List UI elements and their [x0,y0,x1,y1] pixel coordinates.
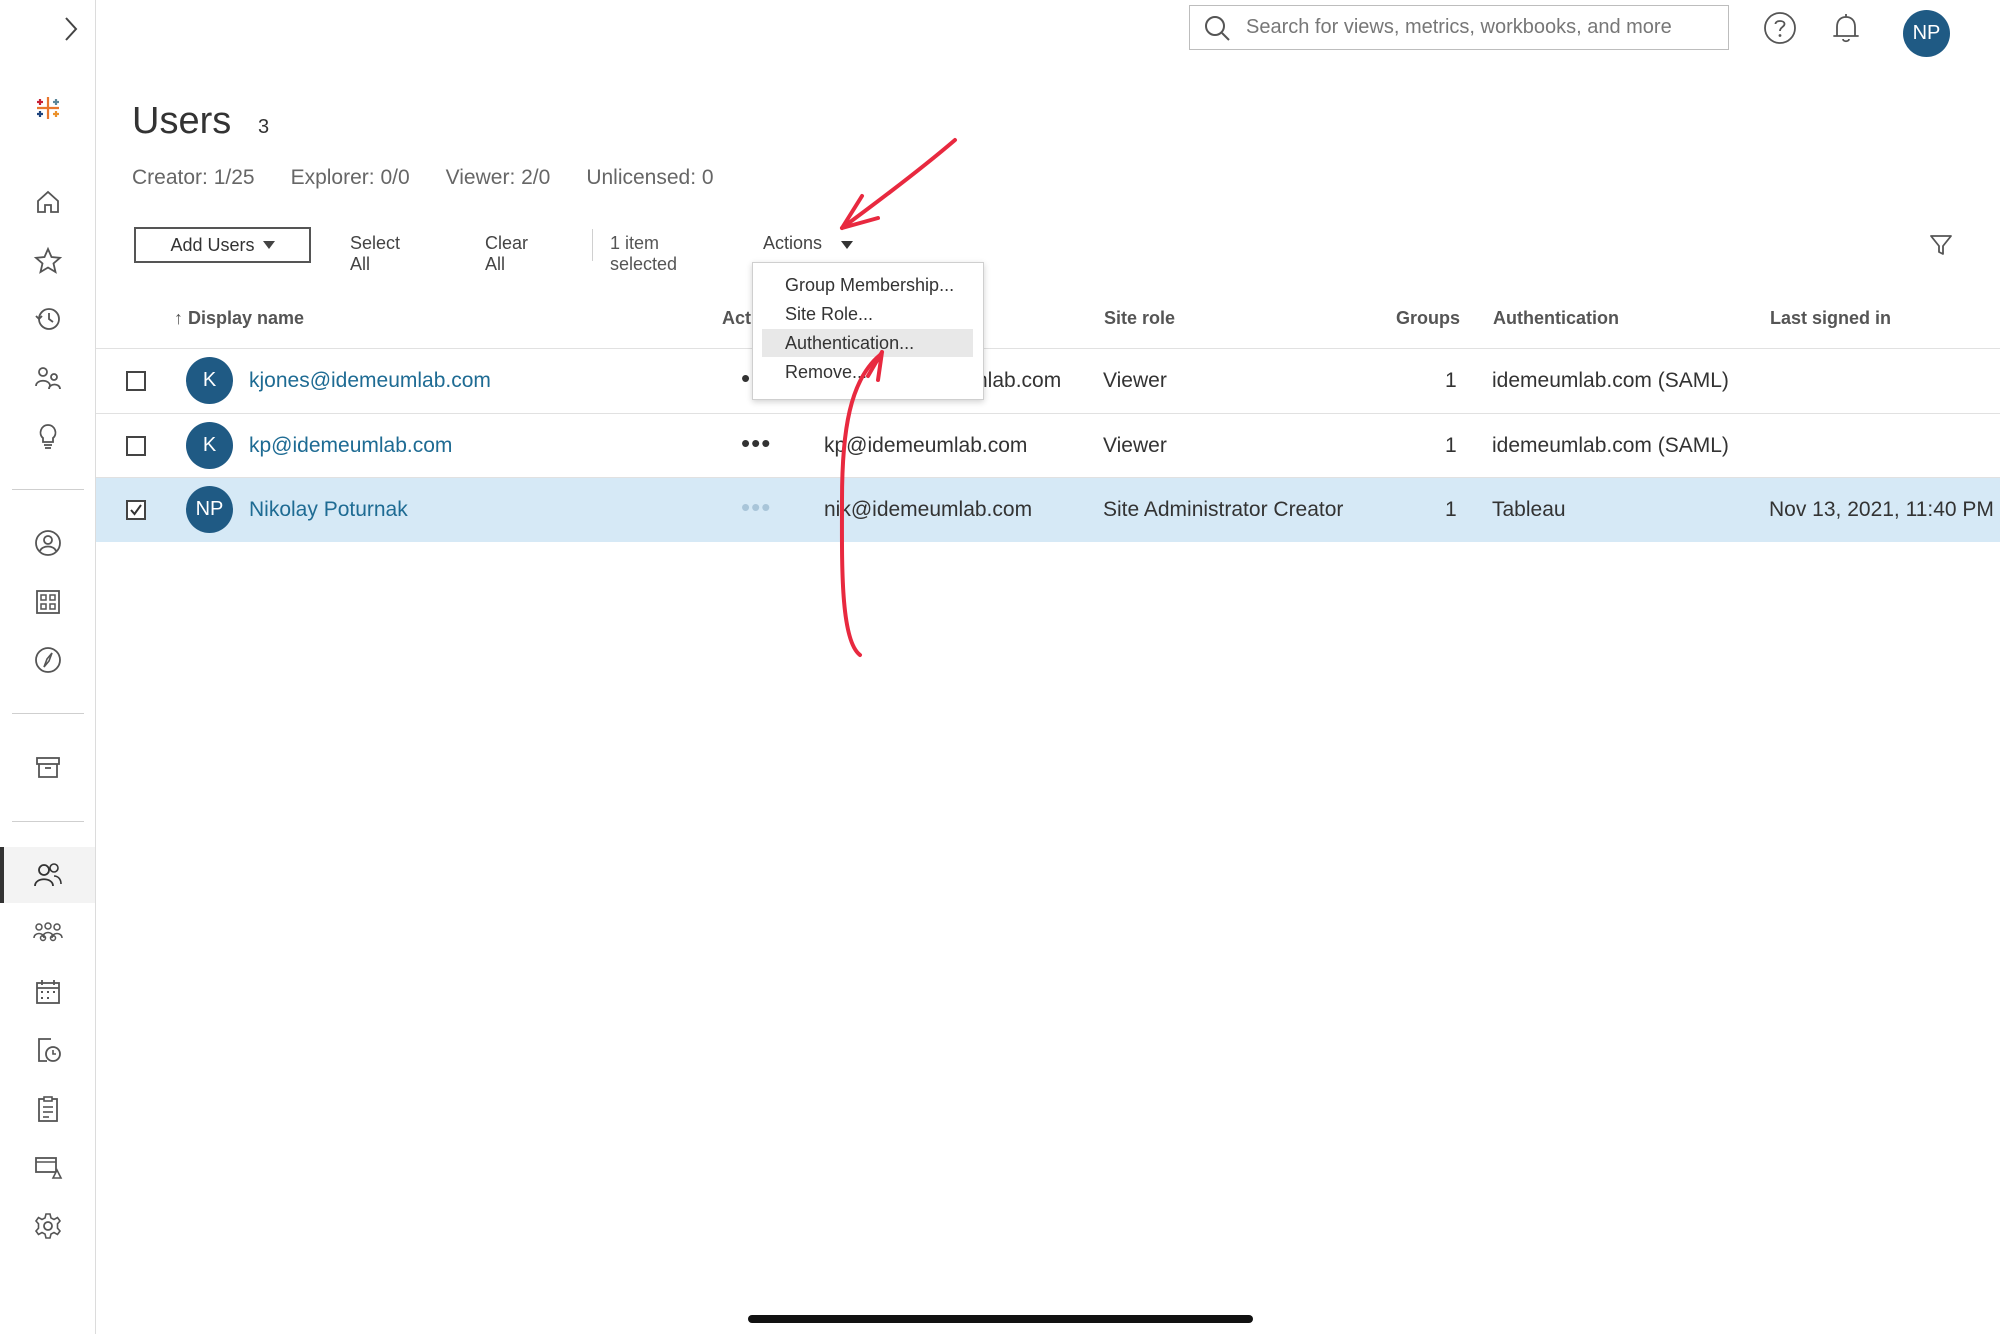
shared-icon[interactable] [0,350,95,406]
jobs-icon[interactable] [0,1022,95,1078]
toolbar: Add Users Select All Clear All 1 item se… [134,227,853,274]
row-checkbox[interactable] [126,371,146,391]
menu-item-remove[interactable]: Remove... [762,358,973,386]
sidebar [0,0,96,1334]
help-icon[interactable] [1762,10,1798,46]
annotation-arrowhead [840,194,880,230]
column-actions: Acti [722,308,757,328]
username: nik@idemeumlab.com [824,498,1033,521]
column-authentication[interactable]: Authentication [1493,308,1619,329]
menu-item-site-role[interactable]: Site Role... [762,300,973,328]
search-box[interactable] [1189,5,1729,50]
user-circle-icon[interactable] [0,515,95,571]
column-display-name[interactable]: ↑ Display name [174,308,304,329]
authentication: Tableau [1492,498,1566,521]
group-count: 1 [1445,434,1457,457]
home-icon[interactable] [0,174,95,230]
caret-down-icon [262,241,275,249]
annotation-overlay [839,138,957,657]
collections-icon[interactable] [0,574,95,630]
users-icon[interactable] [0,847,95,903]
search-icon [1205,15,1230,41]
user-count: 3 [258,116,270,138]
username: kp@idemeumlab.com [824,434,1028,457]
row-checkbox[interactable] [126,436,146,456]
column-site-role[interactable]: Site role [1104,308,1175,329]
user-avatar[interactable]: NP [1903,10,1950,57]
column-label: Display name [188,308,305,328]
chevron-right-icon[interactable] [58,14,84,44]
last-signed-in: Nov 13, 2021, 11:40 PM [1769,498,1994,521]
stat-viewer: Viewer: 2/0 [445,166,551,189]
user-display-name-link[interactable]: kp@idemeumlab.com [249,434,452,458]
select-all-button[interactable]: Select All [350,233,400,275]
annotation-arrow-actions [840,138,957,230]
actions-menu: Group Membership... Site Role... Authent… [752,262,984,400]
checkbox-icon [130,504,142,516]
user-display-name-link[interactable]: kjones@idemeumlab.com [249,369,491,393]
add-users-label: Add Users [170,234,255,255]
sidebar-divider [12,713,84,714]
clear-all-button[interactable]: Clear All [485,233,528,275]
caret-down-icon[interactable] [841,241,853,249]
tableau-logo-icon[interactable] [0,80,95,136]
stat-unlicensed: Unlicensed: 0 [586,166,714,189]
stat-creator: Creator: 1/25 [132,166,255,189]
home-indicator [748,1315,1253,1323]
explore-icon[interactable] [0,632,95,688]
stat-explorer: Explorer: 0/0 [290,166,410,189]
license-stats: Creator: 1/25 Explorer: 0/0 Viewer: 2/0 … [132,166,714,190]
site-role: Viewer [1103,369,1167,392]
username: nlab.com [976,369,1062,392]
data-connections-icon[interactable] [0,1139,95,1195]
groups-icon[interactable] [0,905,95,961]
menu-item-group-membership[interactable]: Group Membership... [762,271,973,299]
avatar: NP [186,486,233,533]
table-row-selected[interactable]: NP Nikolay Poturnak ••• nik@idemeumlab.c… [96,477,2000,542]
column-last-signed-in[interactable]: Last signed in [1770,308,1891,329]
page-title: Users [132,100,232,142]
tasks-icon[interactable] [0,1081,95,1137]
settings-icon[interactable] [0,1198,95,1254]
search-input[interactable] [1244,15,1728,40]
sidebar-divider [12,821,84,822]
table-row[interactable]: K kp@idemeumlab.com ••• kp@idemeumlab.co… [96,413,2000,478]
star-icon[interactable] [0,233,95,289]
actions-button[interactable]: Actions [763,233,822,254]
sidebar-divider [12,489,84,490]
site-role: Site Administrator Creator [1103,498,1344,521]
sort-arrow-icon: ↑ [174,308,183,328]
bell-icon[interactable] [1828,10,1864,46]
more-actions-icon[interactable]: ••• [741,492,771,523]
schedules-icon[interactable] [0,964,95,1020]
authentication: idemeumlab.com (SAML) [1492,369,1729,392]
lightbulb-icon[interactable] [0,408,95,464]
archive-icon[interactable] [0,739,95,795]
site-role: Viewer [1103,434,1167,457]
avatar: K [186,357,233,404]
group-count: 1 [1445,498,1457,521]
toolbar-divider [592,229,593,261]
menu-item-authentication[interactable]: Authentication... [762,329,973,357]
row-checkbox[interactable] [126,500,146,520]
add-users-button[interactable]: Add Users [134,227,311,263]
filter-icon[interactable] [1928,232,1954,258]
table-row[interactable]: K kjones@idemeumlab.com ••• nlab.com Vie… [96,348,2000,413]
authentication: idemeumlab.com (SAML) [1492,434,1729,457]
selection-count: 1 item selected [610,233,678,274]
history-icon[interactable] [0,291,95,347]
more-actions-icon[interactable]: ••• [741,428,771,459]
group-count: 1 [1445,369,1457,392]
avatar: K [186,422,233,469]
column-groups[interactable]: Groups [1396,308,1460,329]
user-display-name-link[interactable]: Nikolay Poturnak [249,498,408,522]
